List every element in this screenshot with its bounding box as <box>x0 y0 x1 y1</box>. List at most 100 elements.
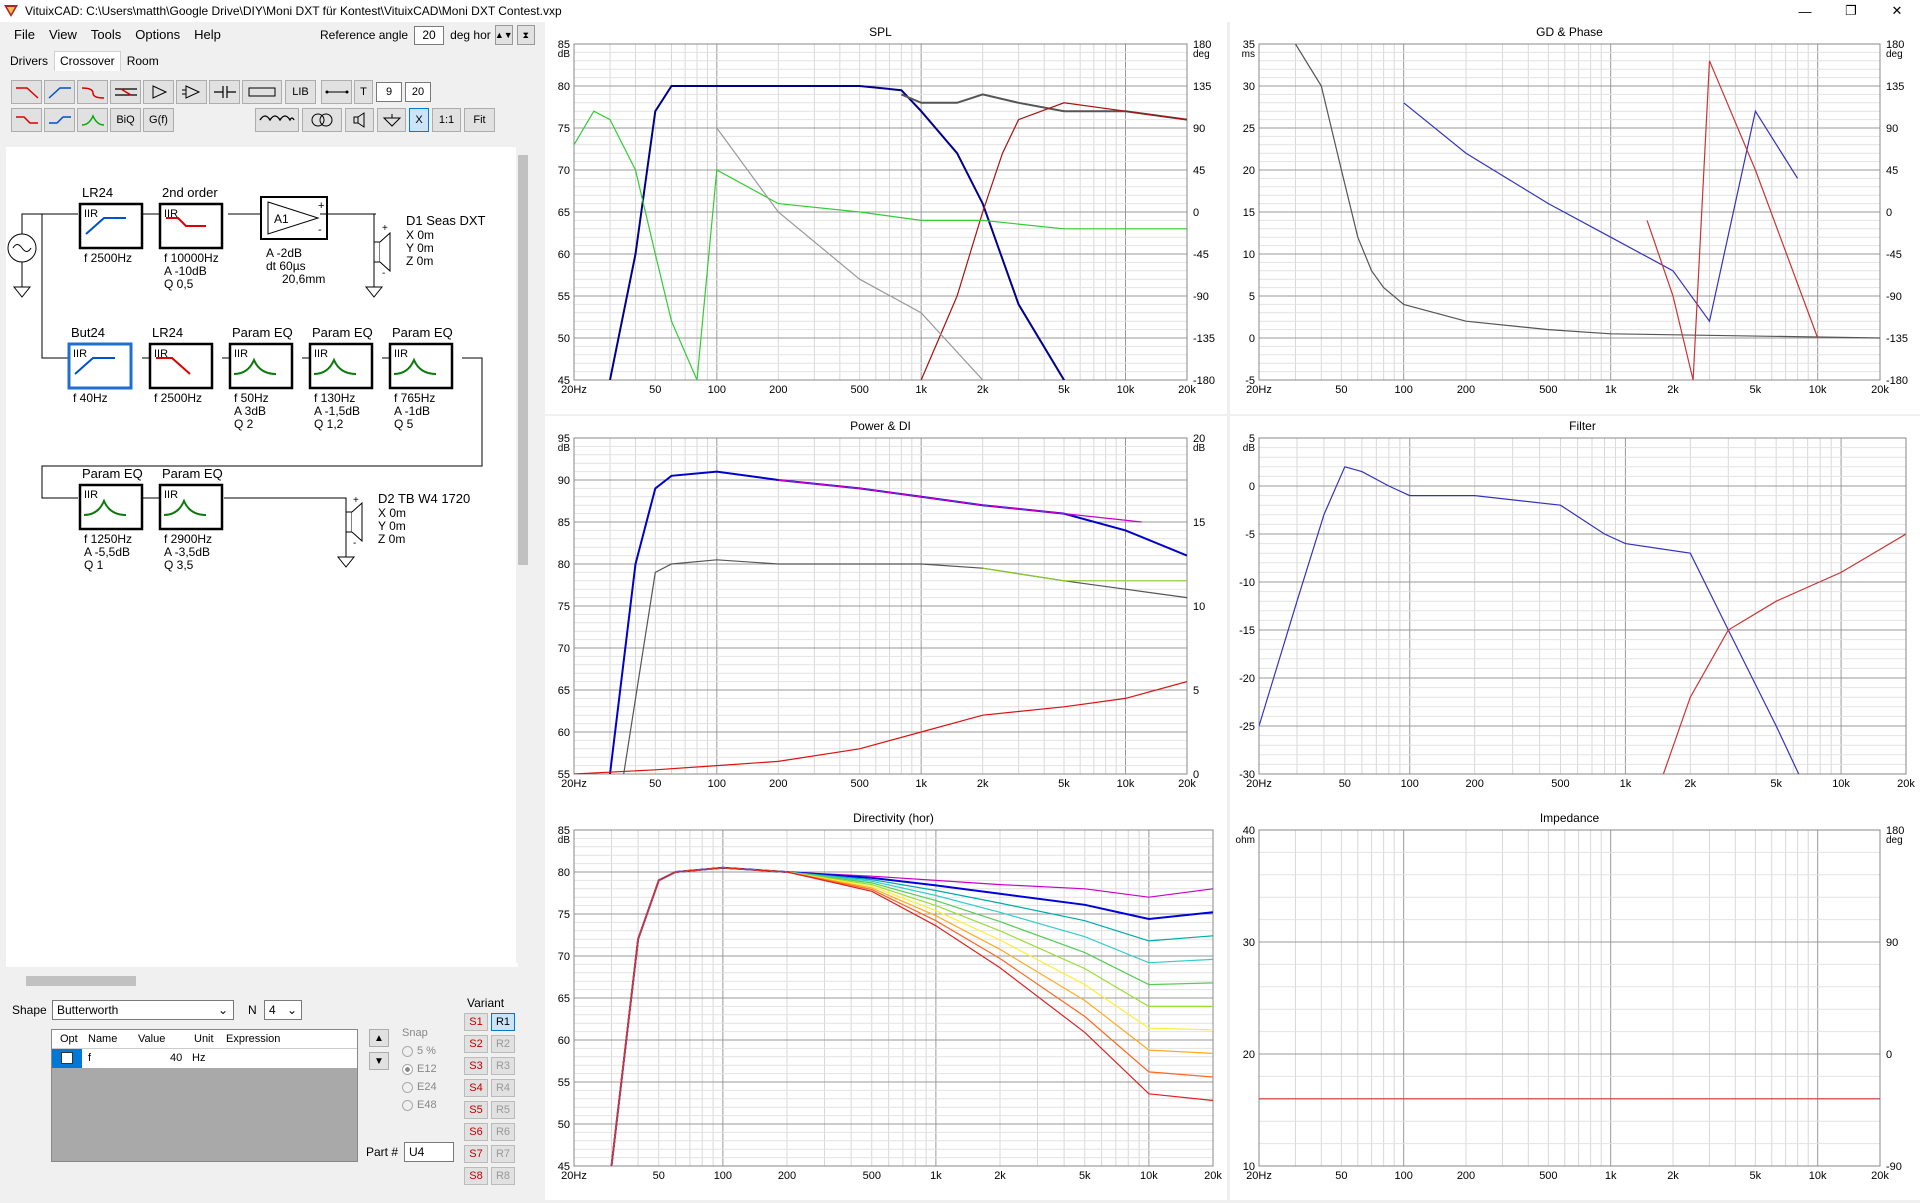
filter-block-0[interactable]: IIR LR24 f 2500Hz <box>78 185 144 265</box>
amplifier-tool-icon[interactable] <box>143 80 174 104</box>
menu-help[interactable]: Help <box>194 27 221 42</box>
resistor-tool-icon[interactable] <box>242 80 282 104</box>
variant-s2-button[interactable]: S2 <box>464 1035 488 1053</box>
variant-r1-button[interactable]: R1 <box>491 1013 515 1031</box>
variant-s7-button[interactable]: S7 <box>464 1145 488 1163</box>
filter-block-8[interactable]: IIR Param EQ f 1250HzA -5,5dBQ 1 <box>78 466 144 572</box>
row-value[interactable]: 40 <box>170 1052 182 1064</box>
snap-option-5[interactable]: 5 % <box>402 1045 437 1057</box>
bandpass-tool-icon[interactable] <box>77 80 108 104</box>
shape-select[interactable]: Butterworth ⌄ <box>52 1000 234 1020</box>
menu-tools[interactable]: Tools <box>91 27 121 42</box>
text-tool-button[interactable]: T <box>354 80 373 104</box>
opt-checkbox[interactable] <box>61 1052 73 1064</box>
variant-s5-button[interactable]: S5 <box>464 1101 488 1119</box>
tab-room[interactable]: Room <box>121 51 165 71</box>
gf-button[interactable]: G(f) <box>143 108 174 132</box>
tab-drivers[interactable]: Drivers <box>4 51 54 71</box>
lowpass-tool-icon[interactable] <box>11 80 42 104</box>
snap-option-e12[interactable]: E12 <box>402 1063 437 1075</box>
opt-cell[interactable] <box>52 1049 82 1068</box>
chart-spl[interactable]: SPL858075706560555045dB18013590450-45-90… <box>545 22 1227 439</box>
menu-options[interactable]: Options <box>135 27 180 42</box>
ratio-button[interactable]: 1:1 <box>432 108 461 132</box>
filter-block-7[interactable]: IIR Param EQ f 765HzA -1dBQ 5 <box>388 325 454 431</box>
summing-amp-tool-icon[interactable] <box>176 80 207 104</box>
maximize-button[interactable]: ❐ <box>1828 0 1874 22</box>
filter-block-9[interactable]: IIR Param EQ f 2900HzA -3,5dBQ 3,5 <box>158 466 224 572</box>
chart-gd[interactable]: GD & Phase35302520151050-5ms18013590450-… <box>1230 22 1920 414</box>
amplifier-block[interactable]: A1 + - <box>260 196 328 240</box>
ground-tool-icon[interactable] <box>377 108 406 132</box>
filter-block-5[interactable]: IIR Param EQ f 50HzA 3dBQ 2 <box>228 325 294 431</box>
chart-power[interactable]: Power & DI959085807570656055dB20151050dB… <box>545 416 1227 808</box>
schematic-horizontal-scrollbar[interactable] <box>6 974 516 988</box>
menu-file[interactable]: File <box>14 27 35 42</box>
menu-view[interactable]: View <box>49 27 77 42</box>
arrow-up-icon[interactable]: ▲ <box>369 1029 389 1047</box>
y-tick-label: 0 <box>1249 481 1255 493</box>
arrow-down-icon[interactable]: ▼ <box>369 1052 389 1070</box>
order-select[interactable]: 4 ⌄ <box>264 1000 302 1020</box>
biquad-button[interactable]: BiQ <box>110 108 141 132</box>
driver-d1-icon[interactable]: + - <box>373 223 391 279</box>
variant-s1-button[interactable]: S1 <box>464 1013 488 1031</box>
filter-block-4[interactable]: IIRLR24f 2500Hz <box>148 325 214 405</box>
peq-tool-icon[interactable] <box>77 108 108 132</box>
shelf-lowpass-tool-icon[interactable] <box>11 108 42 132</box>
variant-r7-button[interactable]: R7 <box>491 1145 515 1163</box>
notch-tool-icon[interactable] <box>110 80 141 104</box>
amp-param-delay: dt 60µs <box>266 259 306 273</box>
fit-button[interactable]: Fit <box>464 108 495 132</box>
schematic-vertical-scrollbar[interactable] <box>516 143 530 963</box>
col-unit: Unit <box>194 1033 214 1045</box>
variant-r6-button[interactable]: R6 <box>491 1123 515 1141</box>
snap-option-e24[interactable]: E24 <box>402 1081 437 1093</box>
inductor-tool-icon[interactable] <box>255 108 299 132</box>
variant-s6-button[interactable]: S6 <box>464 1123 488 1141</box>
grid-size-input[interactable]: 9 <box>376 82 402 102</box>
filter-block-6[interactable]: IIR Param EQ f 130HzA -1,5dBQ 1,2 <box>308 325 374 431</box>
horizontal-scroll-thumb[interactable] <box>26 976 136 986</box>
variant-s4-button[interactable]: S4 <box>464 1079 488 1097</box>
variant-r2-button[interactable]: R2 <box>491 1035 515 1053</box>
variant-s8-button[interactable]: S8 <box>464 1167 488 1185</box>
highpass-tool-icon[interactable] <box>44 80 75 104</box>
schematic-canvas[interactable]: A1 + - + - D1 Seas DXT X 0m Y 0m Z 0m + … <box>6 147 518 967</box>
wire-tool-icon[interactable] <box>321 80 352 104</box>
y2-tick-label: -180 <box>1193 375 1215 387</box>
filter-param: A -1,5dB <box>314 404 360 418</box>
filter-block-1[interactable]: IIR2nd orderf 10000HzA -10dBQ 0,5 <box>158 185 224 291</box>
table-row[interactable]: f 40 Hz <box>52 1049 357 1068</box>
chart-imp[interactable]: Impedance40302010ohm180900-90deg20Hz 50 10… <box>1230 808 1920 1200</box>
x-tick-label: 200 <box>1465 778 1483 790</box>
variant-r3-button[interactable]: R3 <box>491 1057 515 1075</box>
variant-s3-button[interactable]: S3 <box>464 1057 488 1075</box>
snap-option-e48[interactable]: E48 <box>402 1099 437 1111</box>
reference-angle-unit: deg hor <box>450 28 491 42</box>
y2-unit-label: deg <box>1193 49 1210 60</box>
spin-up-down-icon[interactable]: ▲▼ <box>494 25 513 45</box>
y-unit-label: dB <box>558 443 571 454</box>
variant-r5-button[interactable]: R5 <box>491 1101 515 1119</box>
variant-r4-button[interactable]: R4 <box>491 1079 515 1097</box>
vertical-scroll-thumb[interactable] <box>518 155 528 565</box>
minimize-button[interactable]: — <box>1782 0 1828 22</box>
library-button[interactable]: LIB <box>285 80 316 104</box>
x-button[interactable]: X <box>409 108 429 132</box>
filter-block-3[interactable]: IIR But24 f 40Hz <box>67 325 133 405</box>
chart-filter[interactable]: Filter50-5-10-15-20-25-30dB20Hz 50 100 200 5… <box>1230 416 1920 808</box>
capacitor-tool-icon[interactable] <box>209 80 240 104</box>
chart-dir[interactable]: Directivity (hor)858075706560555045dB20H… <box>545 808 1227 1200</box>
variant-r8-button[interactable]: R8 <box>491 1167 515 1185</box>
font-size-input[interactable]: 20 <box>405 82 431 102</box>
part-input[interactable]: U4 <box>404 1142 454 1162</box>
transformer-tool-icon[interactable] <box>302 108 342 132</box>
shelf-highpass-tool-icon[interactable] <box>44 108 75 132</box>
hourglass-icon[interactable]: ⧗ <box>516 25 535 45</box>
driver-d2-icon[interactable]: + - <box>345 495 363 549</box>
tab-crossover[interactable]: Crossover <box>54 51 121 71</box>
close-button[interactable]: ✕ <box>1874 0 1920 22</box>
reference-angle-input[interactable] <box>414 25 445 45</box>
speaker-tool-icon[interactable] <box>345 108 374 132</box>
